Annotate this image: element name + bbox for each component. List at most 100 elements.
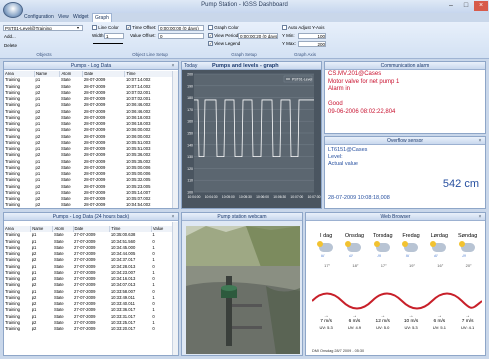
table-cell: 27-07-2009 <box>74 326 96 331</box>
view-legend-toggle[interactable]: ✓ View Legend <box>208 41 241 47</box>
view-period-input[interactable]: 0:00:00:20 (0 days) <box>238 33 278 39</box>
graph-tab-today[interactable]: Today <box>184 63 197 69</box>
log24-table: Area Name Atom Date Time Value Training p1 Stat… <box>4 226 174 332</box>
alarm-object: CS.MV.201@Cases <box>328 71 382 77</box>
view-legend-label: View Legend <box>214 41 241 46</box>
table-cell: Training <box>5 202 20 208</box>
sun-icon <box>317 241 323 247</box>
table-row[interactable]: Training p2 State 28-07-2009 10:04:54.002 <box>4 202 173 208</box>
width-input[interactable]: 1 <box>104 33 124 39</box>
y-tick-label: 160 <box>187 120 193 124</box>
minimize-icon[interactable]: – <box>444 1 458 11</box>
graph-color-label: Graph Color <box>214 25 239 30</box>
overflow-object: LT6151@Cases <box>328 147 368 153</box>
web-browser-title: Web Browser <box>306 213 485 221</box>
value-offset-input[interactable]: 0 <box>158 33 204 39</box>
close-icon[interactable]: × <box>474 1 488 11</box>
auto-adjust-checkbox[interactable] <box>282 25 287 31</box>
ribbon: PST01-Level@Training ▾ Add... Delete Obj… <box>0 22 489 59</box>
ymax-input[interactable]: 200 <box>298 41 326 47</box>
table-row[interactable]: Training p2 State 27-07-2009 10:33:20.017 0 <box>4 326 173 332</box>
log-panel-title: Pumps - Log Data <box>4 62 178 70</box>
graph-panel: Today Pumps and levels - graph 200 190 180… <box>181 61 322 209</box>
group-label-graph: Graph Setup <box>231 52 257 57</box>
alarm-state: Alarm in <box>328 86 351 92</box>
rain-icon: /// <box>349 253 353 258</box>
menu-graph[interactable]: Graph <box>92 13 112 22</box>
title-bar: Pump Station - IGSS Dashboard – □ × <box>0 0 489 13</box>
close-icon[interactable]: × <box>170 63 176 69</box>
line-color-checkbox[interactable] <box>92 25 97 31</box>
graph-color-toggle[interactable]: Graph Color <box>208 25 239 31</box>
group-label-objects: Objects <box>36 52 52 57</box>
ymax-label: Y Max: <box>282 41 296 46</box>
ymin-label: Y Min: <box>282 33 295 38</box>
scrollbar[interactable] <box>172 222 178 355</box>
y-tick-label: 190 <box>187 84 193 88</box>
log-panel: Pumps - Log Data × Area Name Atom Date Time … <box>3 61 179 209</box>
time-offset-input[interactable]: 0:00:00:00 (0 days) <box>158 25 204 31</box>
ymin-input[interactable]: 100 <box>298 33 326 39</box>
chevron-down-icon[interactable]: ▾ <box>77 25 79 30</box>
table-cell: Training <box>5 326 20 331</box>
temperature-label: 17° <box>324 263 331 268</box>
time-offset-text: Time Offset: <box>132 25 157 30</box>
maximize-icon[interactable]: □ <box>459 1 473 11</box>
menu-configuration[interactable]: Configuration <box>24 14 54 20</box>
wind-speed: 7 m/s <box>461 319 474 324</box>
close-icon[interactable]: × <box>170 214 176 220</box>
line-color-toggle[interactable]: Line Color <box>92 25 119 31</box>
delete-object-button[interactable]: Delete <box>4 43 17 48</box>
time-offset-checkbox[interactable]: ✓ <box>126 25 131 31</box>
temperature-curve <box>312 292 482 310</box>
scrollbar[interactable] <box>172 71 178 208</box>
menu-widget[interactable]: Widget <box>73 14 89 20</box>
wind-speed: 10 m/s <box>403 319 419 324</box>
view-period-checkbox[interactable]: ✓ <box>208 33 213 39</box>
sun-icon <box>401 241 408 247</box>
table-cell: 0 <box>152 326 155 331</box>
y-tick-label: 120 <box>187 167 193 171</box>
alarm-panel-title: Communication alarm <box>325 62 485 70</box>
close-icon[interactable]: × <box>477 138 483 144</box>
overflow-actual-label: Actual value <box>328 161 358 167</box>
forecast: I dag///17° → 7 m/s UV: 5.3 Onsdag///18° → 6 m… <box>312 233 482 333</box>
add-object-button[interactable]: Add... <box>4 34 16 39</box>
x-tick-label: 10:04:00 <box>188 195 201 199</box>
table-cell: 10:04:54.002 <box>125 202 151 208</box>
object-select[interactable]: PST01-Level@Training <box>3 25 83 31</box>
table-cell: 10:33:20.017 <box>110 326 136 331</box>
width-label: Width: <box>92 33 105 38</box>
table-cell: 28-07-2009 <box>83 202 106 208</box>
uv-index: UV: 4.9 <box>347 325 362 330</box>
close-icon[interactable]: × <box>477 214 483 220</box>
y-tick-label: 100 <box>187 191 193 195</box>
forecast-day-label: Fredag <box>402 233 420 239</box>
y-tick-label: 170 <box>187 108 193 112</box>
forecast-day-label: Lørdag <box>430 233 449 239</box>
menu-view[interactable]: View <box>58 14 69 20</box>
y-tick-label: 140 <box>187 143 193 147</box>
forecast-footer: DMI Onsdag 28/7 2009 - 05:30 <box>312 349 365 353</box>
table-cell: p2 <box>35 202 41 208</box>
alarm-panel: Communication alarm CS.MV.201@Cases Moto… <box>324 61 486 134</box>
graph-color-checkbox[interactable] <box>208 25 213 31</box>
x-tick-label: 10:04:30 <box>205 195 218 199</box>
overflow-level-label: Level: <box>328 154 343 160</box>
rain-icon: /// <box>434 253 438 258</box>
temperature-label: 18° <box>352 263 359 268</box>
log-table: Area Name Atom Date Time Training p1 State 28-0… <box>4 71 173 208</box>
x-tick-label: 10:06:00 <box>256 195 269 199</box>
auto-adjust-toggle[interactable]: Auto Adjust Y-Axis <box>282 25 325 31</box>
wind-speed: 6 m/s <box>348 319 361 324</box>
rain-icon: /// <box>405 253 410 258</box>
menu-bar: Configuration View Widget Graph <box>0 13 489 22</box>
web-browser-panel: Web Browser × I dag///17° → 7 m/s UV: 5.3 On… <box>305 212 486 356</box>
time-offset-label: ✓ Time Offset: <box>126 25 157 31</box>
legend-label: PST01-Level <box>292 78 312 82</box>
uv-index: UV: 5.3 <box>319 325 333 330</box>
forecast-day-label: Torsdag <box>372 233 393 239</box>
x-tick-label: 10:05:30 <box>239 195 252 199</box>
alarm-timestamp: 09-06-2006 08:02:22,804 <box>328 108 396 115</box>
view-legend-checkbox[interactable]: ✓ <box>208 41 213 47</box>
